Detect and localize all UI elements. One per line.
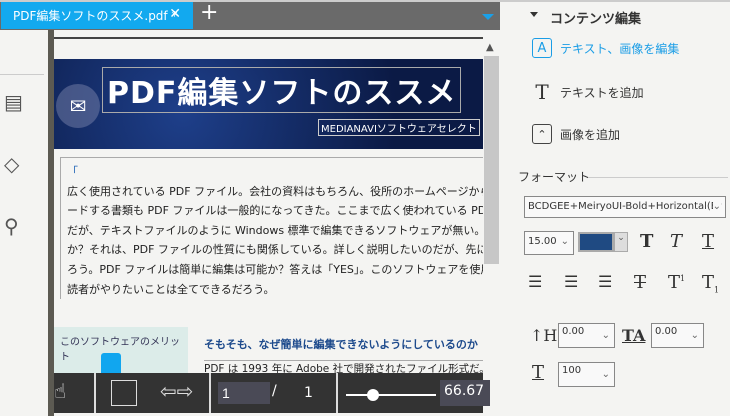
action-label: テキストを追加 xyxy=(560,85,644,100)
edit-text-image-icon: A xyxy=(532,38,552,58)
strikethrough-icon[interactable]: T xyxy=(634,272,646,293)
line-spacing-icon: ↑H xyxy=(530,326,558,345)
search-icon[interactable]: ⚲ xyxy=(4,214,28,238)
divider xyxy=(0,74,44,75)
chevron-down-icon: ⌄ xyxy=(712,201,721,212)
align-left-icon[interactable]: ☰ xyxy=(528,272,542,291)
bold-icon[interactable]: T xyxy=(640,231,653,252)
underline-icon[interactable]: T xyxy=(702,231,714,252)
banner-image[interactable]: ✉ PDF編集ソフトのススメ MEDIANAVIソフトウェアセレクト xyxy=(54,59,483,149)
text-scale-icon: T xyxy=(532,362,545,383)
scale-value: 100 xyxy=(562,365,582,376)
italic-icon[interactable]: T xyxy=(670,231,682,252)
tab-bar: PDF編集ソフトのススメ.pdf * ✕ + xyxy=(0,0,500,30)
action-label: 画像を追加 xyxy=(560,127,621,142)
comments-icon[interactable]: ▤ xyxy=(4,90,28,114)
tab-document[interactable]: PDF編集ソフトのススメ.pdf * ✕ xyxy=(1,2,193,29)
banner-subtitle[interactable]: MEDIANAVIソフトウェアセレクト xyxy=(318,119,480,136)
scroll-thumb[interactable] xyxy=(484,56,499,264)
quote-mark: 「 xyxy=(67,165,78,178)
page-total: 1 xyxy=(304,385,313,401)
new-tab-button[interactable]: + xyxy=(200,0,218,25)
chevron-down-icon: ⌄ xyxy=(601,330,610,341)
body-line: か？それは、PDF ファイルの性質にも関係している。詳しく説明したいのだが、先に… xyxy=(67,243,483,257)
banner-title[interactable]: PDF編集ソフトのススメ xyxy=(102,67,462,113)
mail-icon: ✉ xyxy=(56,84,100,128)
hand-tool-icon[interactable]: ☝ xyxy=(54,379,66,403)
char-spacing-value: 0.00 xyxy=(655,326,678,337)
divider xyxy=(336,373,338,413)
body-line: 読者がやりたいことは全てできるだろう。 xyxy=(67,282,275,296)
subscript-icon[interactable]: T1 xyxy=(702,272,719,295)
prev-next-page-icon[interactable]: ⇦⇨ xyxy=(160,379,194,403)
chevron-down-icon: ⌄ xyxy=(560,236,569,247)
align-center-icon[interactable]: ☰ xyxy=(564,272,578,291)
fit-page-icon[interactable] xyxy=(111,380,137,406)
zoom-slider[interactable] xyxy=(346,389,436,401)
line-spacing-value: 0.00 xyxy=(562,326,585,337)
zoom-slider-knob[interactable] xyxy=(367,389,379,401)
body-line: ろう。PDF ファイルは簡単に編集は可能か？答えは「YES」。このソフトウェアを… xyxy=(67,262,483,276)
char-spacing-icon: TA xyxy=(622,326,646,345)
vertical-scrollbar[interactable]: ▲ xyxy=(483,30,500,416)
text-color-swatch[interactable] xyxy=(578,232,614,252)
font-value: BCDGEE+MeiryoUI-Bold+Horizontal(Er xyxy=(528,201,722,212)
tag-icon[interactable]: ◇ xyxy=(4,152,28,176)
divider xyxy=(94,373,96,413)
add-text-button[interactable]: T テキストを追加 xyxy=(532,80,644,104)
add-image-button[interactable]: ⌃ 画像を追加 xyxy=(532,124,620,144)
line-spacing-select[interactable]: 0.00 ⌄ xyxy=(558,323,615,348)
left-sidebar: ▤ ◇ ⚲ xyxy=(0,30,48,416)
section-title: コンテンツ編集 xyxy=(550,12,642,27)
align-right-icon[interactable]: ☰ xyxy=(598,272,612,291)
zoom-value[interactable]: 66.67 xyxy=(440,380,490,406)
body-line: だが、テキストファイルのように Windows 標準で編集できるソフトウェアが無… xyxy=(67,223,483,237)
add-text-icon: T xyxy=(535,80,549,104)
text-scale-select[interactable]: 100 ⌄ xyxy=(558,362,615,387)
page-separator: / xyxy=(272,383,277,399)
chevron-down-icon: ⌄ xyxy=(690,330,699,341)
action-label: テキスト、画像を編集 xyxy=(560,41,680,56)
format-label: フォーマット xyxy=(518,170,591,184)
chevron-down-icon: ⌄ xyxy=(601,369,610,380)
color-dropdown-icon[interactable]: ⌄ xyxy=(614,232,628,252)
font-size-select[interactable]: 15.00 ⌄ xyxy=(524,231,574,255)
font-size-value: 15.00 xyxy=(528,236,557,247)
pdf-page[interactable]: ✉ PDF編集ソフトのススメ MEDIANAVIソフトウェアセレクト 「 広く使… xyxy=(54,37,483,416)
divider xyxy=(588,177,728,178)
font-family-select[interactable]: BCDGEE+MeiryoUI-Bold+Horizontal(Er ⌄ xyxy=(524,196,726,218)
edit-text-image-button[interactable]: A テキスト、画像を編集 xyxy=(532,38,679,58)
body-line: 広く使用されている PDF ファイル。会社の資料はもちろん、役所のホームページか… xyxy=(67,184,483,198)
superscript-icon[interactable]: T1 xyxy=(668,272,685,293)
tab-list-dropdown-icon[interactable] xyxy=(482,14,494,20)
scroll-up-icon[interactable]: ▲ xyxy=(486,42,494,53)
body-line: ードする書類も PDF ファイルは一般的になってきた。ここまで広く使われている … xyxy=(67,204,483,218)
text-block[interactable]: 「 広く使用されている PDF ファイル。会社の資料はもちろん、役所のホームペー… xyxy=(60,157,483,300)
tab-label: PDF編集ソフトのススメ.pdf * xyxy=(13,9,178,23)
section-heading[interactable]: そもそも、なぜ簡単に編集できないようにしているのか xyxy=(204,336,478,352)
add-image-icon: ⌃ xyxy=(532,124,552,144)
close-tab-icon[interactable]: ✕ xyxy=(169,6,181,22)
page-number-input[interactable] xyxy=(218,382,270,404)
char-spacing-select[interactable]: 0.00 ⌄ xyxy=(651,323,704,348)
divider xyxy=(209,373,211,413)
bottom-toolbar: ☝ ⇦⇨ / 1 66.67 xyxy=(54,373,490,413)
